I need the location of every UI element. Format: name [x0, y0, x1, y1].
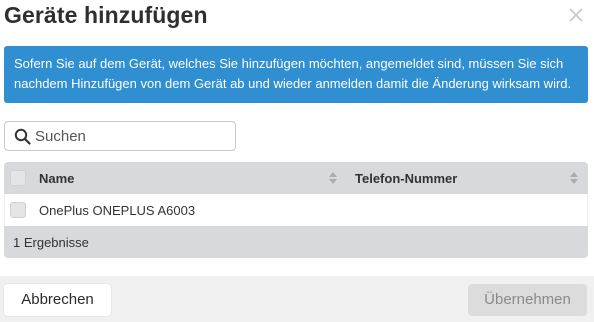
- sort-icon[interactable]: [569, 170, 579, 186]
- table-header: Name Telefon-Nummer: [4, 162, 588, 194]
- result-count: 1 Ergebnisse: [13, 235, 89, 250]
- dialog-footer: Abbrechen Übernehmen: [0, 276, 594, 322]
- sort-icon[interactable]: [328, 170, 338, 186]
- device-name: OnePlus ONEPLUS A6003: [39, 203, 196, 218]
- search-input[interactable]: [35, 124, 231, 148]
- devices-table: Name Telefon-Nummer OnePlus ONEPLUS A600…: [4, 162, 588, 258]
- select-all-checkbox[interactable]: [10, 170, 26, 186]
- table-footer: 1 Ergebnisse: [4, 226, 588, 258]
- cancel-button[interactable]: Abbrechen: [4, 284, 111, 316]
- column-header-name[interactable]: Name: [39, 171, 74, 186]
- search-box[interactable]: [4, 121, 236, 151]
- table-row[interactable]: OnePlus ONEPLUS A6003: [4, 194, 588, 226]
- search-icon: [14, 128, 31, 145]
- close-icon[interactable]: [567, 6, 585, 24]
- row-checkbox[interactable]: [10, 202, 26, 218]
- confirm-button[interactable]: Übernehmen: [468, 284, 587, 316]
- info-banner: Sofern Sie auf dem Gerät, welches Sie hi…: [4, 46, 588, 103]
- dialog-title: Geräte hinzufügen: [4, 2, 208, 28]
- column-header-phone[interactable]: Telefon-Nummer: [355, 171, 457, 186]
